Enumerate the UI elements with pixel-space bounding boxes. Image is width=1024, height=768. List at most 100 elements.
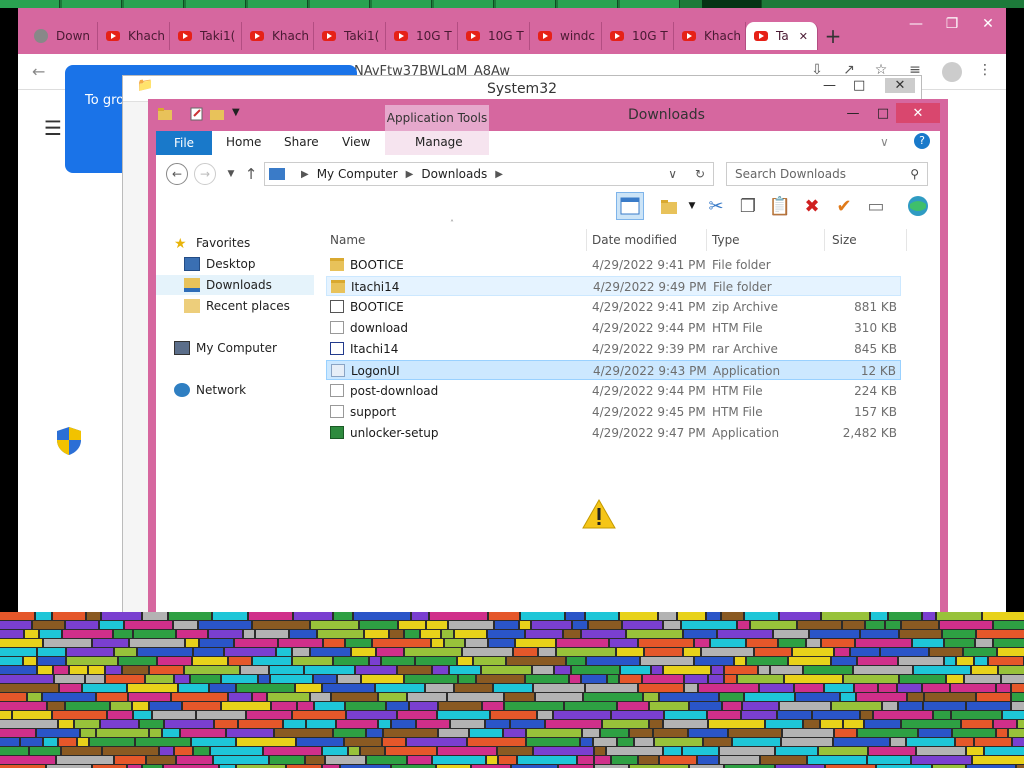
file-date: 4/29/2022 9:49 PM	[593, 280, 707, 294]
minimize-icon[interactable]: —	[838, 103, 868, 123]
recent-places-icon	[184, 299, 200, 313]
breadcrumb-my-computer[interactable]: My Computer	[317, 167, 398, 181]
close-tab-icon[interactable]: ✕	[799, 30, 808, 43]
nav-network[interactable]: Network	[174, 380, 246, 400]
browser-tab[interactable]: Down	[26, 22, 98, 50]
close-icon[interactable]: ✕	[970, 12, 1006, 36]
checkmark-icon[interactable]: ✔	[830, 192, 858, 220]
nav-downloads[interactable]: Downloads	[156, 275, 314, 295]
minimize-icon[interactable]: —	[898, 12, 934, 36]
column-size[interactable]: Size	[832, 233, 857, 247]
nav-favorites[interactable]: ★ Favorites	[174, 233, 250, 253]
chevron-down-icon[interactable]: ∨	[880, 135, 889, 149]
file-name: download	[350, 321, 409, 335]
file-name: BOOTICE	[350, 258, 404, 272]
youtube-icon	[250, 31, 264, 41]
file-row[interactable]: BOOTICE 4/29/2022 9:41 PM zip Archive 881 K…	[326, 297, 901, 317]
properties-icon[interactable]	[190, 107, 204, 121]
chevron-down-icon[interactable]: ▼	[232, 107, 246, 121]
browser-tab[interactable]: 10G T	[458, 22, 530, 50]
tab-share[interactable]: Share	[284, 135, 319, 149]
file-name: LogonUI	[351, 364, 400, 378]
back-arrow-icon[interactable]: ←	[166, 163, 188, 185]
address-bar[interactable]: ▶ My Computer ▶ Downloads ▶ ∨ ↻	[264, 162, 714, 186]
paste-icon[interactable]: 📋	[766, 192, 794, 220]
browser-tab[interactable]: 10G T	[602, 22, 674, 50]
cut-icon[interactable]: ✂	[702, 192, 730, 220]
file-date: 4/29/2022 9:41 PM	[592, 258, 706, 272]
delete-icon[interactable]: ✖	[798, 192, 826, 220]
nav-desktop[interactable]: Desktop	[184, 254, 256, 274]
youtube-icon	[466, 31, 480, 41]
system32-title: System32	[486, 81, 558, 97]
browser-tab[interactable]: Khach	[674, 22, 746, 50]
chevron-down-icon[interactable]: ∨	[668, 167, 677, 181]
maximize-icon[interactable]: ❐	[934, 12, 970, 36]
browser-tab-label: Ta	[776, 29, 789, 43]
recent-locations-icon[interactable]: ▼	[220, 163, 242, 185]
minimize-icon[interactable]: —	[823, 78, 836, 93]
close-icon[interactable]: ✕	[885, 78, 915, 93]
youtube-icon	[754, 31, 768, 41]
browser-tab[interactable]: Taki1(	[170, 22, 242, 50]
browser-tab[interactable]: Khach	[98, 22, 170, 50]
browser-tab-label: 10G T	[632, 29, 668, 43]
kebab-menu-icon[interactable]: ⋮	[976, 62, 994, 80]
folder-icon	[269, 168, 285, 180]
tab-manage[interactable]: Manage	[415, 135, 463, 149]
forward-arrow-icon[interactable]: →	[194, 163, 216, 185]
back-arrow-icon[interactable]: ←	[32, 62, 45, 81]
file-row[interactable]: Itachi14 4/29/2022 9:39 PM rar Archive 845 …	[326, 339, 901, 359]
file-row[interactable]: LogonUI 4/29/2022 9:43 PM Application 12 KB	[326, 360, 901, 380]
star-icon: ★	[174, 236, 187, 252]
new-folder-icon[interactable]	[210, 107, 224, 121]
maximize-icon[interactable]: □	[868, 103, 898, 123]
file-row[interactable]: post-download 4/29/2022 9:44 PM HTM File 22…	[326, 381, 901, 401]
breadcrumb-downloads[interactable]: Downloads	[421, 167, 487, 181]
globe-icon[interactable]	[904, 192, 932, 220]
help-icon[interactable]: ?	[914, 133, 930, 149]
browser-tab[interactable]: Ta ✕	[746, 22, 818, 50]
column-name[interactable]: Name	[330, 233, 365, 247]
avatar[interactable]	[942, 62, 962, 82]
file-date: 4/29/2022 9:47 PM	[592, 426, 706, 440]
copy-icon[interactable]: ❐	[734, 192, 762, 220]
browser-tab[interactable]: Taki1(	[314, 22, 386, 50]
youtube-icon	[106, 31, 120, 41]
hamburger-menu-icon[interactable]: ☰	[44, 116, 62, 140]
browser-tab[interactable]: windc	[530, 22, 602, 50]
navigation-pane: ★ Favorites Desktop Downloads Recent pla…	[156, 229, 318, 649]
youtube-icon	[178, 31, 192, 41]
refresh-icon[interactable]: ↻	[695, 167, 705, 181]
computer-icon	[174, 341, 190, 355]
search-input[interactable]: Search Downloads ⚲	[726, 162, 928, 186]
rar-file-icon	[330, 342, 344, 355]
preview-pane-icon[interactable]	[616, 192, 644, 220]
browser-tab[interactable]: Khach	[242, 22, 314, 50]
column-date-modified[interactable]: Date modified	[592, 233, 677, 247]
file-row[interactable]: support 4/29/2022 9:45 PM HTM File 157 KB	[326, 402, 901, 422]
maximize-icon[interactable]: □	[853, 78, 865, 93]
file-row[interactable]: BOOTICE 4/29/2022 9:41 PM File folder	[326, 255, 901, 275]
rename-icon[interactable]: ▭	[862, 192, 890, 220]
tab-view[interactable]: View	[342, 135, 370, 149]
youtube-icon	[610, 31, 624, 41]
browser-tab-label: Down	[56, 29, 91, 43]
nav-my-computer[interactable]: My Computer	[174, 338, 277, 358]
chevron-right-icon: ▶	[495, 168, 503, 180]
downloads-folder-icon	[184, 278, 200, 292]
file-size: 12 KB	[860, 364, 896, 378]
tab-home[interactable]: Home	[226, 135, 261, 149]
browser-tab[interactable]: 10G T	[386, 22, 458, 50]
file-row[interactable]: unlocker-setup 4/29/2022 9:47 PM Applicati…	[326, 423, 901, 443]
explorer-titlebar: ▼ Application Tools Downloads — □ ✕	[148, 99, 948, 131]
file-row[interactable]: Itachi14 4/29/2022 9:49 PM File folder	[326, 276, 901, 296]
up-arrow-icon[interactable]: ↑	[240, 163, 262, 185]
nav-recent-places[interactable]: Recent places	[184, 296, 290, 316]
tab-file[interactable]: File	[156, 131, 212, 155]
new-tab-button[interactable]: +	[818, 22, 848, 50]
close-icon[interactable]: ✕	[896, 103, 940, 123]
zip-file-icon	[330, 300, 344, 313]
file-row[interactable]: download 4/29/2022 9:44 PM HTM File 310 KB	[326, 318, 901, 338]
column-type[interactable]: Type	[712, 233, 740, 247]
